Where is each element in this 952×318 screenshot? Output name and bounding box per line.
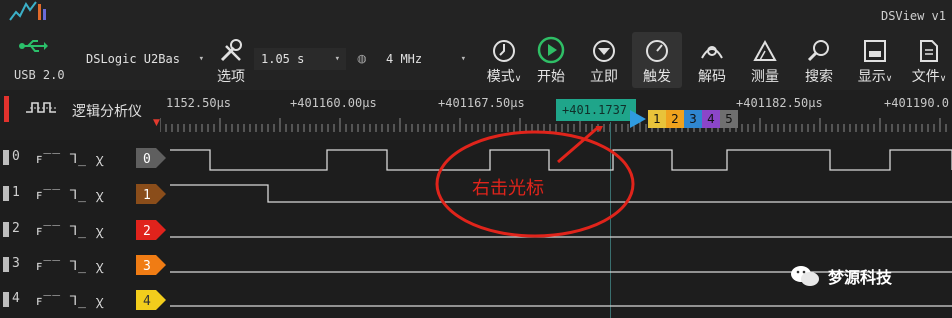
instant-icon: [593, 40, 615, 62]
options-label: 选项: [217, 69, 245, 85]
logic-analyzer-icon: [26, 102, 58, 113]
chevron-down-icon: ∨: [939, 74, 947, 84]
wechat-icon: [791, 266, 819, 286]
main-toolbar: DSView v1 USB 2.0 DSLogic U2Bas ▾ 选项 1.0…: [0, 0, 952, 90]
selection-marker: [4, 96, 9, 122]
duration-select[interactable]: 1.05 s ▾: [254, 48, 346, 70]
channel-tag[interactable]: 2: [136, 220, 168, 240]
channel-tag-shape: [136, 290, 166, 310]
start-label: 开始: [537, 69, 565, 85]
cursor-flag[interactable]: +401.1737: [556, 99, 636, 121]
file-button[interactable]: 文件∨: [904, 36, 952, 86]
decode-label: 解码: [698, 69, 726, 85]
channel-trigger-buttons[interactable]: ꜰ‾‾ ⅂_ ꭓ: [36, 149, 104, 167]
app-title: DSView v1: [880, 9, 946, 23]
cursor-5-button[interactable]: 5: [720, 110, 738, 128]
decode-icon: [701, 46, 723, 59]
time-tick-label: +401167.50μs: [438, 96, 525, 110]
channel-tag-label: 4: [143, 294, 151, 309]
mode-label: 模式: [486, 69, 515, 85]
channel-tag[interactable]: 4: [136, 290, 168, 310]
watermark: 梦源科技: [790, 264, 892, 288]
channel-tag-label: 2: [143, 224, 151, 239]
options-button[interactable]: 选项: [206, 36, 256, 86]
channel-select-bar[interactable]: [3, 222, 9, 237]
cursor-readout: +401.1737: [562, 103, 628, 117]
channel-trigger-buttons[interactable]: ꜰ‾‾ ⅂_ ꭓ: [36, 256, 104, 274]
channel-select-bar[interactable]: [3, 150, 9, 165]
channel-trigger-buttons[interactable]: ꜰ‾‾ ⅂_ ꭓ: [36, 291, 104, 309]
channel-trigger-buttons[interactable]: ꜰ‾‾ ⅂_ ꭓ: [36, 221, 104, 239]
cursor-1-button[interactable]: 1: [648, 110, 666, 128]
trigger-gauge-icon: [646, 40, 668, 62]
channel-select-bar[interactable]: [3, 186, 9, 201]
search-button[interactable]: 搜索: [794, 36, 844, 86]
samplerate-value: 4 MHz: [386, 52, 423, 66]
channel-tag-label: 1: [143, 188, 151, 203]
trigger-label: 触发: [643, 69, 671, 85]
annotation-text: 右击光标: [472, 178, 544, 199]
chevron-down-icon: ∨: [885, 74, 893, 84]
instant-label: 立即: [590, 69, 618, 85]
chevron-down-icon: ▾: [460, 54, 466, 64]
time-tick-label: +401190.0: [884, 96, 950, 110]
instant-button[interactable]: 立即: [579, 36, 629, 86]
usb-icon: [19, 40, 48, 52]
time-tick-label: +401182.50μs: [736, 96, 823, 110]
wrench-screwdriver-icon: [220, 39, 242, 62]
cursor-3-button[interactable]: 3: [684, 110, 702, 128]
duration-value: 1.05 s: [261, 52, 305, 66]
mode-icon: [493, 40, 515, 62]
measure-icon: [753, 39, 777, 61]
usb-label: USB 2.0: [14, 68, 65, 82]
channel-tag-shape: [136, 148, 166, 168]
channel-tag-shape: [136, 220, 166, 240]
play-icon: [537, 36, 565, 64]
channel-select-bar[interactable]: [3, 257, 9, 272]
channel-tag[interactable]: 0: [136, 148, 168, 168]
app-logo-icon: [9, 1, 46, 21]
channel-tag[interactable]: 1: [136, 184, 168, 204]
time-tick-label: 1152.50μs: [166, 96, 232, 110]
usb-status: USB 2.0: [10, 38, 65, 82]
search-icon: [807, 40, 829, 62]
file-icon: [920, 40, 938, 62]
display-label: 显示: [857, 69, 886, 85]
measure-button[interactable]: 测量: [740, 36, 790, 86]
display-button[interactable]: 显示∨: [850, 36, 900, 86]
channel-tag-shape: [136, 184, 166, 204]
measure-label: 测量: [751, 69, 779, 85]
chevron-down-icon: ▾: [334, 54, 340, 64]
watermark-text: 梦源科技: [828, 268, 893, 287]
start-button[interactable]: 开始: [526, 36, 576, 86]
device-mode-label: 逻辑分析仪: [72, 104, 142, 120]
display-icon: [864, 40, 886, 62]
mode-button[interactable]: 模式∨: [479, 36, 529, 86]
trigger-button[interactable]: 触发: [632, 32, 682, 88]
time-tick-label: +401160.00μs: [290, 96, 377, 110]
channel-tag-shape: [136, 255, 166, 275]
channel-tag-label: 0: [143, 152, 151, 167]
cursor-4-button[interactable]: 4: [702, 110, 720, 128]
rate-icon: ◍: [357, 52, 367, 65]
trigger-marker-icon: ▼: [153, 118, 160, 128]
file-label: 文件: [911, 69, 940, 85]
decode-button[interactable]: 解码: [687, 36, 737, 86]
cursor-2-button[interactable]: 2: [666, 110, 684, 128]
device-value: DSLogic U2Bas: [86, 52, 180, 66]
chevron-down-icon: ▾: [198, 54, 204, 64]
device-select[interactable]: DSLogic U2Bas ▾: [80, 48, 206, 70]
channel-select-bar[interactable]: [3, 292, 9, 307]
channel-tag[interactable]: 3: [136, 255, 168, 275]
channel-tag-label: 3: [143, 259, 151, 274]
chevron-down-icon: ∨: [514, 74, 522, 84]
search-label: 搜索: [805, 69, 833, 85]
samplerate-select[interactable]: 4 MHz ▾: [380, 48, 472, 70]
channel-trigger-buttons[interactable]: ꜰ‾‾ ⅂_ ꭓ: [36, 185, 104, 203]
